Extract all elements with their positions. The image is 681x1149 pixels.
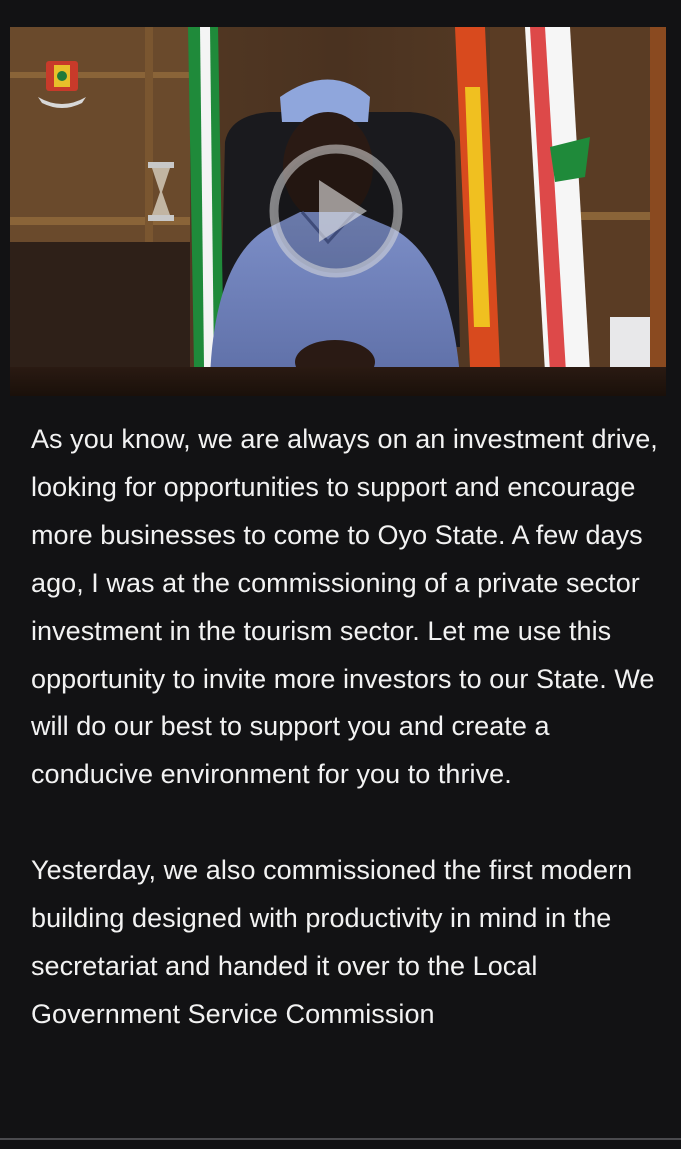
post-paragraph: Yesterday, we also commissioned the firs… [31,855,633,1029]
post-paragraph: As you know, we are always on an investm… [31,424,658,790]
divider [0,1138,681,1140]
play-icon [269,144,403,278]
video-player[interactable] [10,27,666,396]
play-button[interactable] [269,144,403,278]
state-crest-icon [32,55,92,111]
post-body: As you know, we are always on an investm… [31,416,659,1039]
